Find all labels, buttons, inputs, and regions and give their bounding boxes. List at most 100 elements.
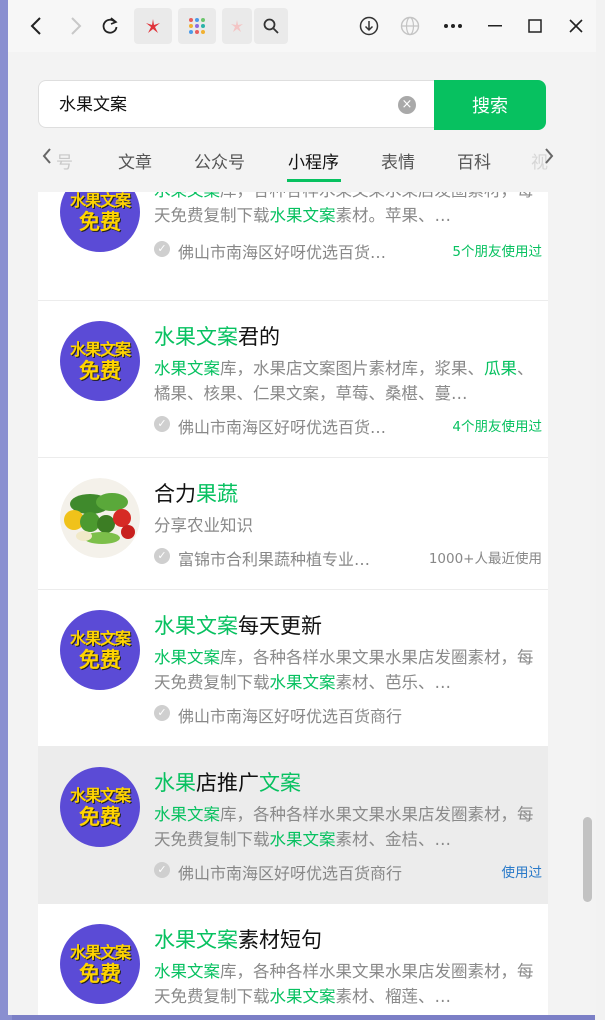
usage-info: 使用过 xyxy=(501,865,543,881)
tab-partial-left[interactable]: 号 xyxy=(56,148,73,173)
keyword-highlight: 文案 xyxy=(259,771,301,795)
result-title[interactable]: 水果店推广文案 xyxy=(154,767,301,797)
result-description: 水果文案库，水果店文案图片素材库，浆果、瓜果、橘果、核果、仁果文案，草莓、桑椹、… xyxy=(154,356,534,406)
result-description: 水果文案库，各种各样水果文果水果店发圈素材，每天免费复制下载水果文案素材、榴莲、… xyxy=(154,959,534,1009)
refresh-icon[interactable] xyxy=(96,8,124,44)
result-title[interactable]: 合力果蔬 xyxy=(154,478,238,508)
text-segment: 素材短句 xyxy=(238,928,322,952)
organization-name: 佛山市南海区好呀优选百货商行 xyxy=(178,864,403,883)
scrollbar-thumb[interactable] xyxy=(583,817,592,902)
text-segment: 素材。苹果、… xyxy=(335,206,452,225)
keyword-highlight: 水果文案 xyxy=(154,962,220,981)
result-description: 分享农业知识 xyxy=(154,513,534,538)
app-grid-icon[interactable] xyxy=(178,8,216,44)
search-button[interactable]: 搜索 xyxy=(434,80,546,130)
text-segment: 库，水果店文案图片素材库，浆果、 xyxy=(220,359,484,378)
verified-check-icon: ✓ xyxy=(154,548,170,564)
organization-name: 富锦市合利果蔬种植专业… xyxy=(178,550,371,569)
keyword-highlight: 果蔬 xyxy=(196,482,238,506)
keyword-highlight: 水果文案 xyxy=(154,614,238,638)
tab-articles[interactable]: 文章 xyxy=(118,148,152,173)
result-item[interactable]: 水果文案 免费 水果店推广文案 水果文案库，各种各样水果文果水果店发圈素材，每天免费复… xyxy=(38,747,548,904)
app-faded-icon[interactable] xyxy=(222,8,252,44)
text-segment: 素材、榴莲、… xyxy=(335,987,452,1006)
mini-program-avatar[interactable]: 水果文案 免费 xyxy=(60,767,140,847)
avatar-text: 免费 xyxy=(79,358,121,383)
usage-info: 4个朋友使用过 xyxy=(452,419,542,435)
avatar-text: 水果文案 xyxy=(69,942,131,962)
active-tab-underline xyxy=(287,179,341,182)
avatar-text: 水果文案 xyxy=(69,785,131,805)
globe-icon[interactable] xyxy=(396,8,424,44)
result-item[interactable]: 合力果蔬分享农业知识 ✓ 富锦市合利果蔬种植专业… 1000+人最近使用 xyxy=(38,458,548,590)
result-meta: ✓ 佛山市南海区好呀优选百货… 5个朋友使用过 xyxy=(154,239,542,262)
tab-mini-programs[interactable]: 小程序 xyxy=(288,148,339,173)
organization-name: 佛山市南海区好呀优选百货商行 xyxy=(178,707,403,726)
browser-window: 水果文案 × 搜索 号 文章 公众号 小程序 表情 百科 视 水果文案免费水果文… xyxy=(8,0,596,1015)
organization-name: 佛山市南海区好呀优选百货… xyxy=(178,418,387,437)
text-segment: 合力 xyxy=(154,482,196,506)
avatar-text: 水果文案 xyxy=(69,628,131,648)
forward-icon[interactable] xyxy=(62,8,90,44)
keyword-highlight: 水果文案 xyxy=(269,673,336,692)
tab-stickers[interactable]: 表情 xyxy=(381,148,415,173)
avatar-text: 免费 xyxy=(79,209,121,234)
mini-program-avatar[interactable]: 水果文案 免费 xyxy=(60,321,140,401)
tab-official-accounts[interactable]: 公众号 xyxy=(194,148,245,173)
tab-encyclopedia[interactable]: 百科 xyxy=(457,148,491,173)
vegetables-avatar-icon[interactable] xyxy=(60,478,140,558)
result-item[interactable]: 水果文案 免费 水果文案君的 水果文案库，水果店文案图片素材库，浆果、瓜果、橘果、核果… xyxy=(38,301,548,458)
text-segment: 分享农业知识 xyxy=(154,516,253,535)
avatar-text: 免费 xyxy=(79,804,121,829)
keyword-highlight: 水果 xyxy=(154,771,196,795)
verified-check-icon: ✓ xyxy=(154,416,170,432)
download-icon[interactable] xyxy=(355,8,383,44)
verified-check-icon: ✓ xyxy=(154,862,170,878)
keyword-highlight: 水果文案 xyxy=(154,928,238,952)
usage-info: 1000+人最近使用 xyxy=(428,551,542,567)
search-bar: 水果文案 × 搜索 xyxy=(38,80,546,130)
tabs-prev-icon[interactable] xyxy=(42,146,52,171)
text-segment: 君的 xyxy=(238,325,280,349)
result-meta: ✓ 佛山市南海区好呀优选百货商行 xyxy=(154,703,534,726)
mini-program-avatar[interactable]: 水果文案 免费 xyxy=(60,192,140,252)
maximize-icon[interactable] xyxy=(521,8,549,44)
avatar-text: 水果文案 xyxy=(69,192,131,210)
tabs-next-icon[interactable] xyxy=(544,146,554,171)
search-icon[interactable] xyxy=(254,8,288,44)
keyword-highlight: 水果文案 xyxy=(154,325,238,349)
keyword-highlight: 水果文案 xyxy=(269,206,336,225)
keyword-highlight: 水果文案 xyxy=(154,648,220,667)
result-title[interactable]: 水果文案君的 xyxy=(154,321,280,351)
toolbar xyxy=(8,0,596,52)
result-item[interactable]: 水果文案 免费 水果文案每天更新 水果文案库，各种各样水果文果水果店发圈素材，每天免费… xyxy=(38,590,548,747)
desktop-background-right xyxy=(595,0,605,1020)
search-page: 水果文案 × 搜索 号 文章 公众号 小程序 表情 百科 视 水果文案免费水果文… xyxy=(8,52,596,1015)
app-pinned-red-icon[interactable] xyxy=(134,8,172,44)
more-icon[interactable] xyxy=(439,8,467,44)
organization-name: 佛山市南海区好呀优选百货… xyxy=(178,243,387,262)
keyword-highlight: 水果文案 xyxy=(154,192,220,200)
mini-program-avatar[interactable]: 水果文案 免费 xyxy=(60,924,140,1004)
minimize-icon[interactable] xyxy=(481,8,509,44)
avatar-text: 免费 xyxy=(79,647,121,672)
result-description: 水果文案库，各种各样水果文果水果店发圈素材，每天免费复制下载水果文案素材。苹果、… xyxy=(154,192,534,228)
search-input[interactable]: 水果文案 xyxy=(38,80,434,128)
result-title[interactable]: 水果文案素材短句 xyxy=(154,924,322,954)
result-item[interactable]: 水果文案 免费 水果文案素材短句 水果文案库，各种各样水果文果水果店发圈素材，每天免费… xyxy=(38,904,548,1015)
text-segment: 每天更新 xyxy=(238,614,322,638)
result-description: 水果文案库，各种各样水果文果水果店发圈素材，每天免费复制下载水果文案素材、金桔、… xyxy=(154,802,534,852)
clear-icon[interactable]: × xyxy=(398,96,416,114)
back-icon[interactable] xyxy=(22,8,50,44)
result-meta: ✓ 佛山市南海区好呀优选百货… 4个朋友使用过 xyxy=(154,414,542,437)
keyword-highlight: 瓜果 xyxy=(484,359,517,378)
verified-check-icon: ✓ xyxy=(154,241,170,257)
result-title[interactable]: 水果文案每天更新 xyxy=(154,610,322,640)
text-segment: 店推广 xyxy=(196,771,259,795)
avatar-text: 免费 xyxy=(79,961,121,986)
mini-program-avatar[interactable]: 水果文案 免费 xyxy=(60,610,140,690)
result-meta: ✓ 佛山市南海区好呀优选百货商行 使用过 xyxy=(154,860,542,883)
keyword-highlight: 水果文案 xyxy=(269,987,336,1006)
result-item[interactable]: 水果文案免费水果文案库，各种各样水果文果水果店发圈素材，每天免费复制下载水果文案… xyxy=(38,192,548,301)
close-icon[interactable] xyxy=(562,8,590,44)
